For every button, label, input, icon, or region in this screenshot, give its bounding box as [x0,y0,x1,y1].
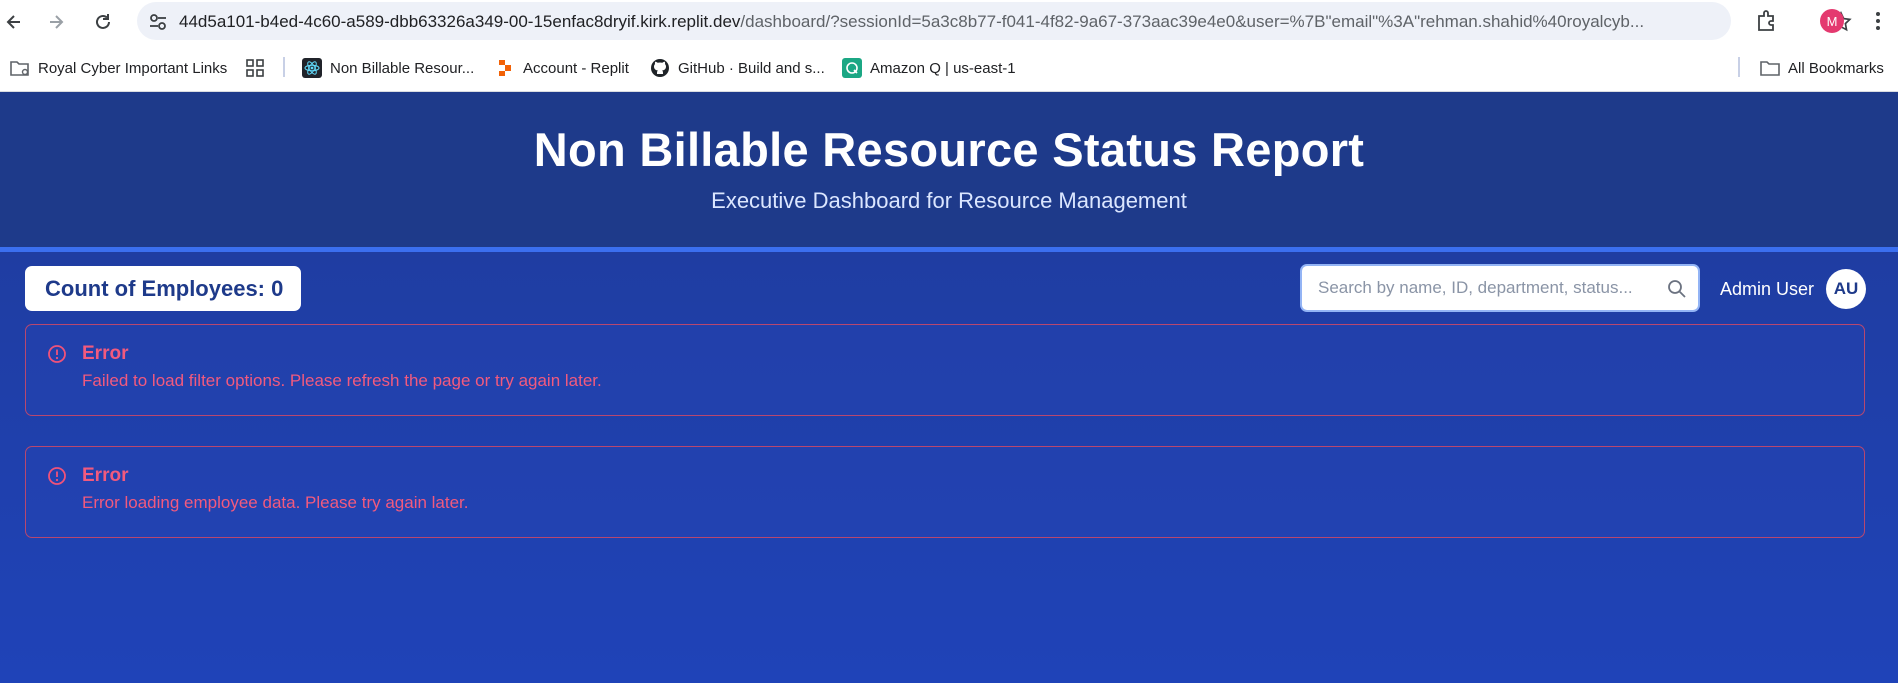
site-info-icon[interactable] [147,11,169,33]
error-title: Error [82,343,129,364]
page-title: Non Billable Resource Status Report [533,123,1365,176]
url-path: /dashboard/?sessionId=5a3c8b77-f041-4f82… [740,12,1645,31]
url-text: 44d5a101-b4ed-4c60-a589-dbb63326a349-00-… [179,12,1699,32]
forward-arrow-icon[interactable] [42,8,70,36]
browser-toolbar: 44d5a101-b4ed-4c60-a589-dbb63326a349-00-… [0,0,1898,43]
alert-circle-icon [47,344,67,364]
url-host: 44d5a101-b4ed-4c60-a589-dbb63326a349-00-… [179,12,741,31]
bookmark-non-billable[interactable]: Non Billable Resour... [302,57,474,79]
all-bookmarks-button[interactable]: All Bookmarks [1760,57,1884,79]
search-icon[interactable] [1666,278,1688,300]
search-field[interactable] [1300,264,1700,312]
error-title: Error [82,465,129,486]
error-message: Error loading employee data. Please try … [82,493,469,512]
amazon-q-icon [842,58,862,78]
bookmark-label: Royal Cyber Important Links [38,59,228,77]
user-name: Admin User [1720,279,1815,299]
more-menu-icon[interactable] [1868,8,1888,34]
github-icon [650,58,670,78]
error-alert-filters: Error Failed to load filter options. Ple… [25,324,1865,416]
apps-grid-button[interactable] [245,57,273,79]
back-arrow-icon[interactable] [0,8,28,36]
bookmark-royal-cyber[interactable]: Royal Cyber Important Links [10,57,227,79]
profile-avatar[interactable]: M [1820,9,1844,33]
apps-grid-icon [245,58,265,78]
error-alert-employees: Error Error loading employee data. Pleas… [25,446,1865,538]
bookmark-label: GitHub · Build and s... [678,59,825,77]
react-icon [302,58,322,78]
replit-icon [495,58,515,78]
extensions-icon[interactable] [1754,8,1780,34]
page-subtitle: Executive Dashboard for Resource Managem… [711,188,1187,213]
bookmarks-bar: Royal Cyber Important Links Non Billable… [0,43,1898,92]
reload-icon[interactable] [89,8,117,36]
alert-circle-icon [47,466,67,486]
employee-count-badge: Count of Employees: 0 [25,266,301,311]
bookmark-replit[interactable]: Account - Replit [495,57,629,79]
folder-icon [1760,58,1780,78]
folder-gear-icon [10,58,30,78]
error-message: Failed to load filter options. Please re… [82,371,602,390]
address-bar[interactable]: 44d5a101-b4ed-4c60-a589-dbb63326a349-00-… [137,2,1852,40]
bookmark-separator [1738,57,1740,77]
search-input[interactable] [1318,276,1648,300]
dashboard-content: Count of Employees: 0 Admin User AU Erro… [0,252,1898,683]
bookmark-label: Non Billable Resour... [330,59,475,77]
all-bookmarks-label: All Bookmarks [1788,59,1884,77]
bookmark-amazon-q[interactable]: Amazon Q | us-east-1 [842,57,1016,79]
app-header: Non Billable Resource Status Report Exec… [0,92,1898,247]
bookmark-github[interactable]: GitHub · Build and s... [650,57,825,79]
user-avatar[interactable]: AU [1826,269,1866,309]
bookmark-separator [283,57,285,77]
bookmark-label: Amazon Q | us-east-1 [870,59,1016,77]
bookmark-label: Account - Replit [523,59,629,77]
